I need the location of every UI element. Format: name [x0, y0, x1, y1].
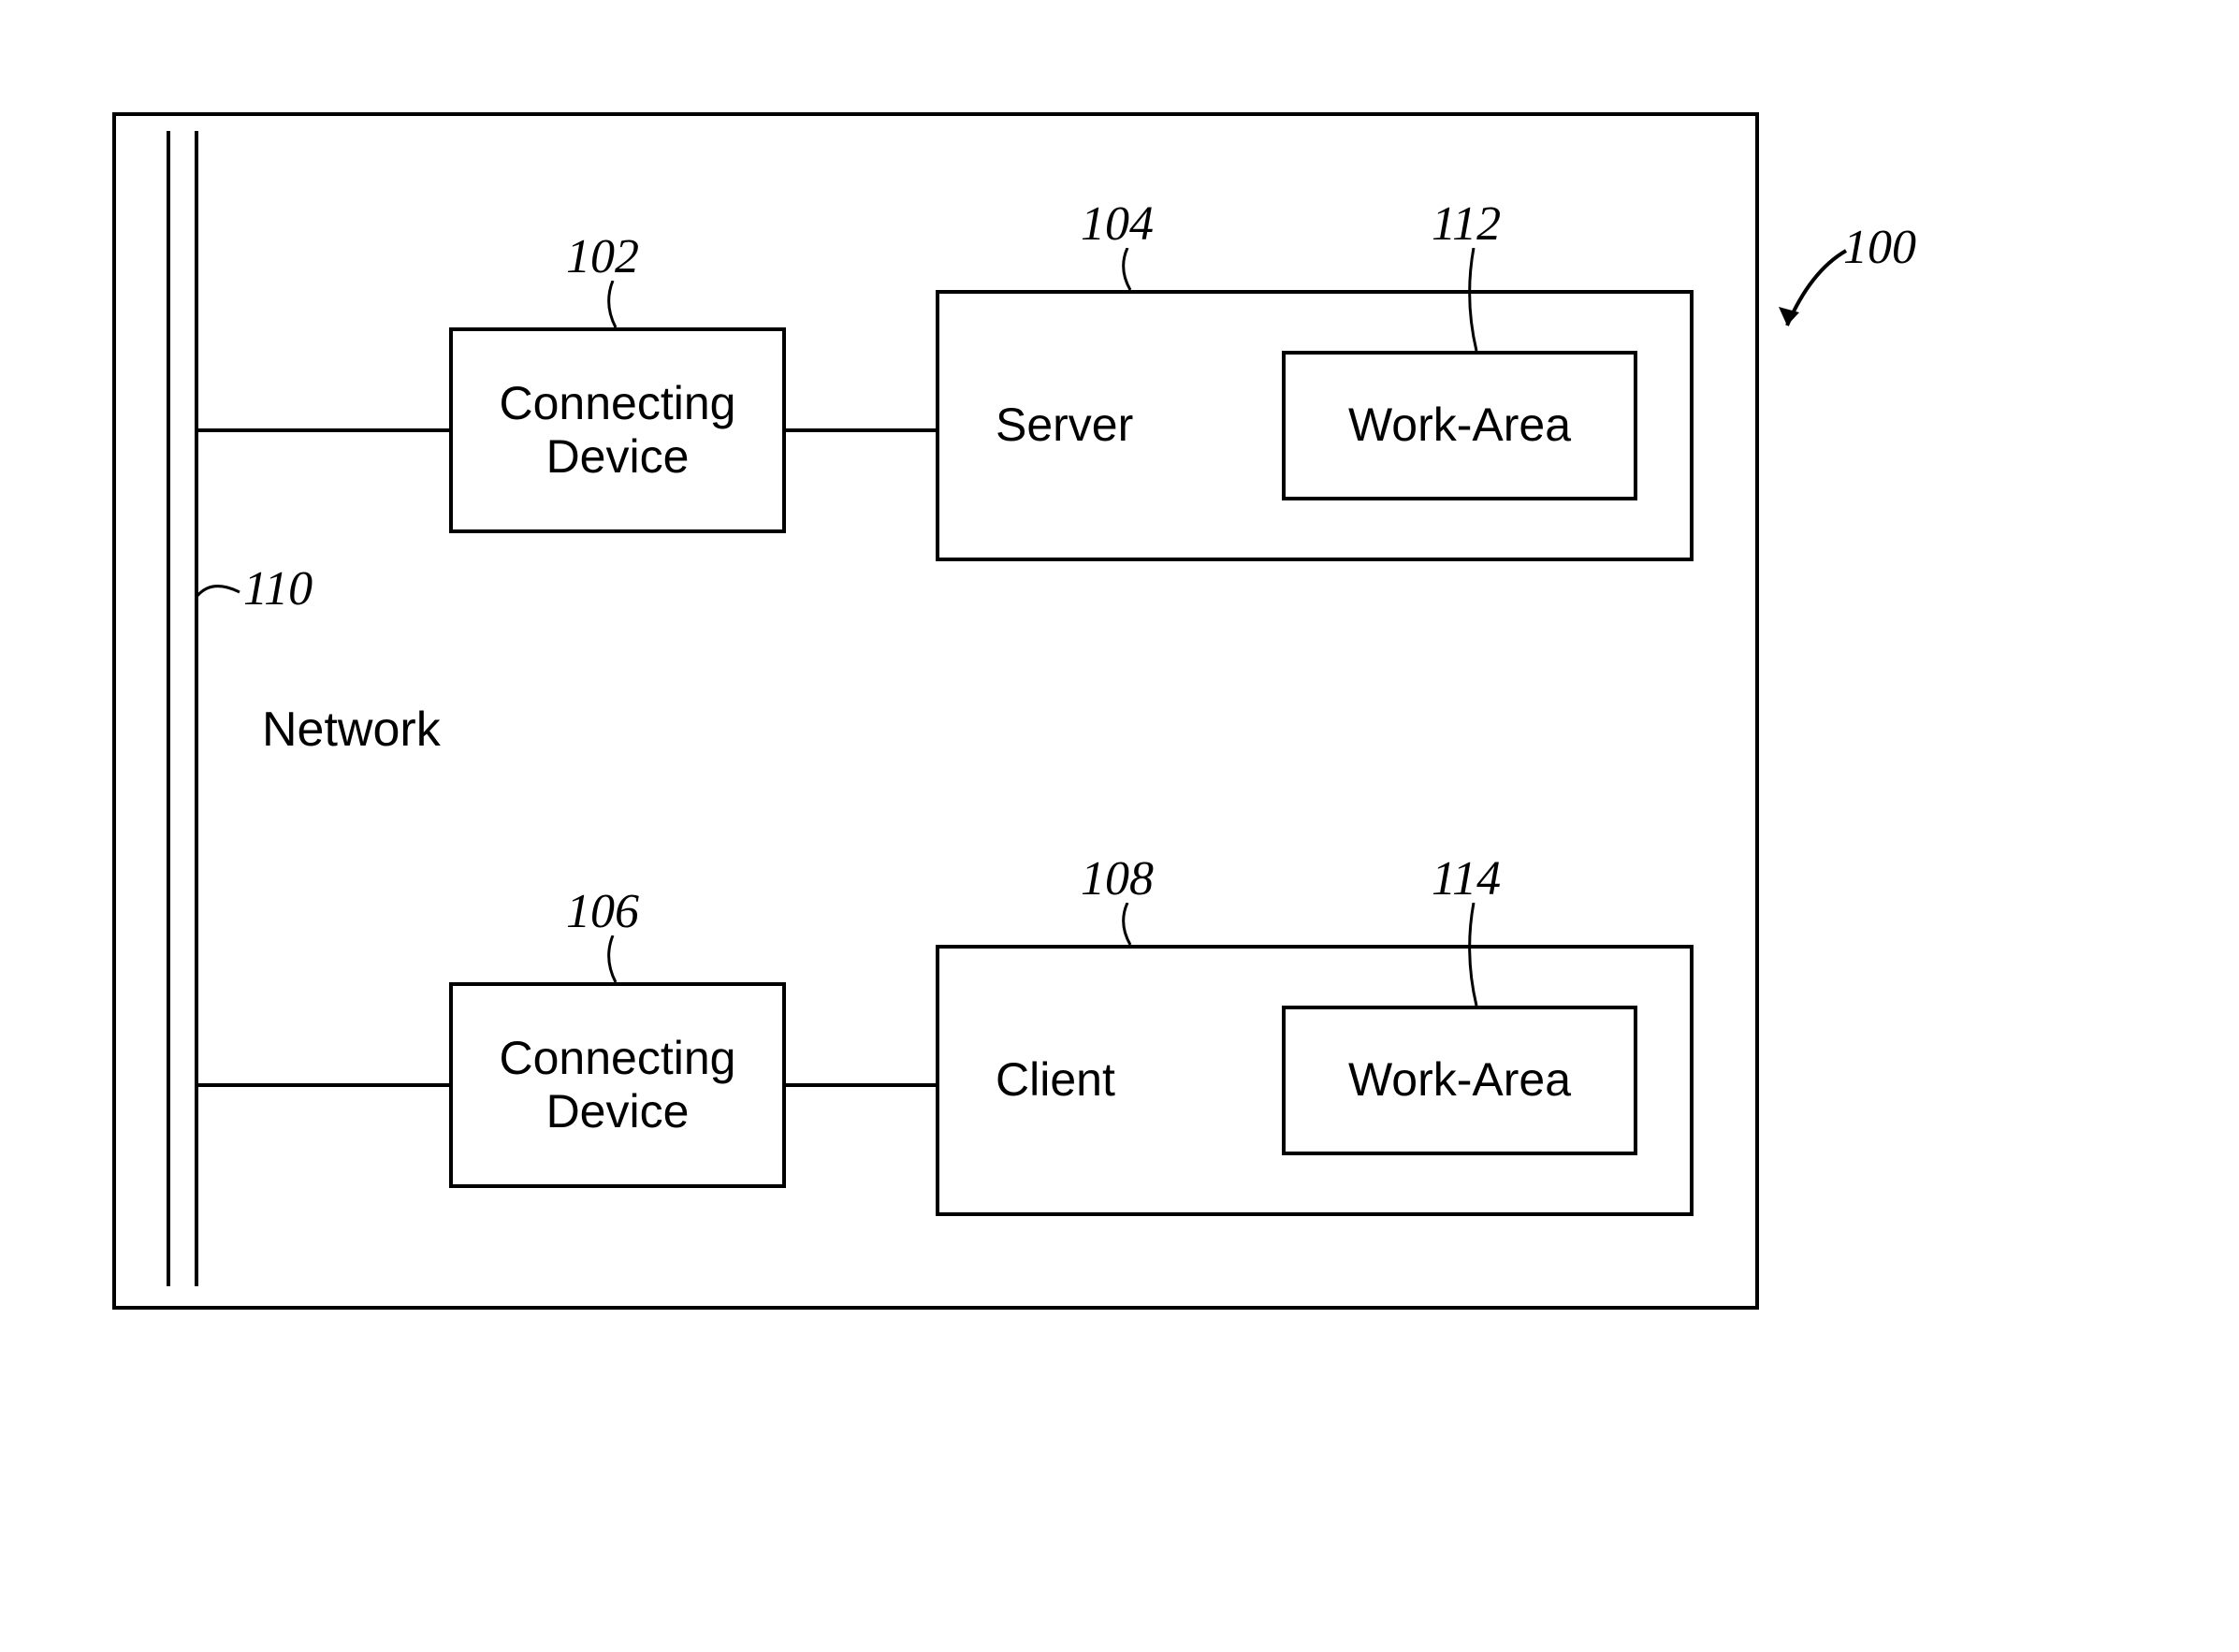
client-text: Client: [996, 1053, 1115, 1108]
workarea-bottom-tick: [1460, 903, 1488, 1010]
connector-net-to-conndev-bottom: [198, 1083, 449, 1087]
diagram-canvas: Network 110 Connecting Device 102 Server…: [0, 0, 2239, 1652]
network-ref: 110: [243, 561, 313, 616]
network-label: Network: [262, 702, 441, 758]
connecting-device-bottom: Connecting Device: [449, 982, 786, 1188]
connector-conndev-to-client: [786, 1083, 936, 1087]
workarea-bottom-ref: 114: [1432, 851, 1501, 906]
conn-dev-top-ref: 102: [566, 229, 639, 284]
network-line-left: [167, 131, 170, 1286]
connecting-device-top: Connecting Device: [449, 327, 786, 533]
server-ref: 104: [1081, 196, 1154, 252]
conn-dev-top-tick: [599, 281, 627, 332]
client-ref: 108: [1081, 851, 1154, 906]
workarea-top-tick: [1460, 248, 1488, 355]
conn-dev-bottom-ref: 106: [566, 884, 639, 939]
system-ref-arrow-icon: [1773, 243, 1857, 346]
network-ref-tick: [193, 569, 249, 616]
workarea-top-text: Work-Area: [1348, 399, 1571, 453]
connecting-device-top-text: Connecting Device: [500, 377, 736, 485]
workarea-bottom-text: Work-Area: [1348, 1053, 1571, 1108]
conn-dev-bottom-tick: [599, 935, 627, 987]
server-text: Server: [996, 399, 1133, 453]
connector-conndev-to-server: [786, 428, 936, 432]
workarea-bottom-box: Work-Area: [1282, 1006, 1637, 1155]
server-ref-tick: [1113, 248, 1141, 295]
network-line-right: [195, 131, 198, 1286]
workarea-top-ref: 112: [1432, 196, 1501, 252]
workarea-top-box: Work-Area: [1282, 351, 1637, 500]
client-ref-tick: [1113, 903, 1141, 949]
connector-net-to-conndev-top: [198, 428, 449, 432]
connecting-device-bottom-text: Connecting Device: [500, 1032, 736, 1139]
